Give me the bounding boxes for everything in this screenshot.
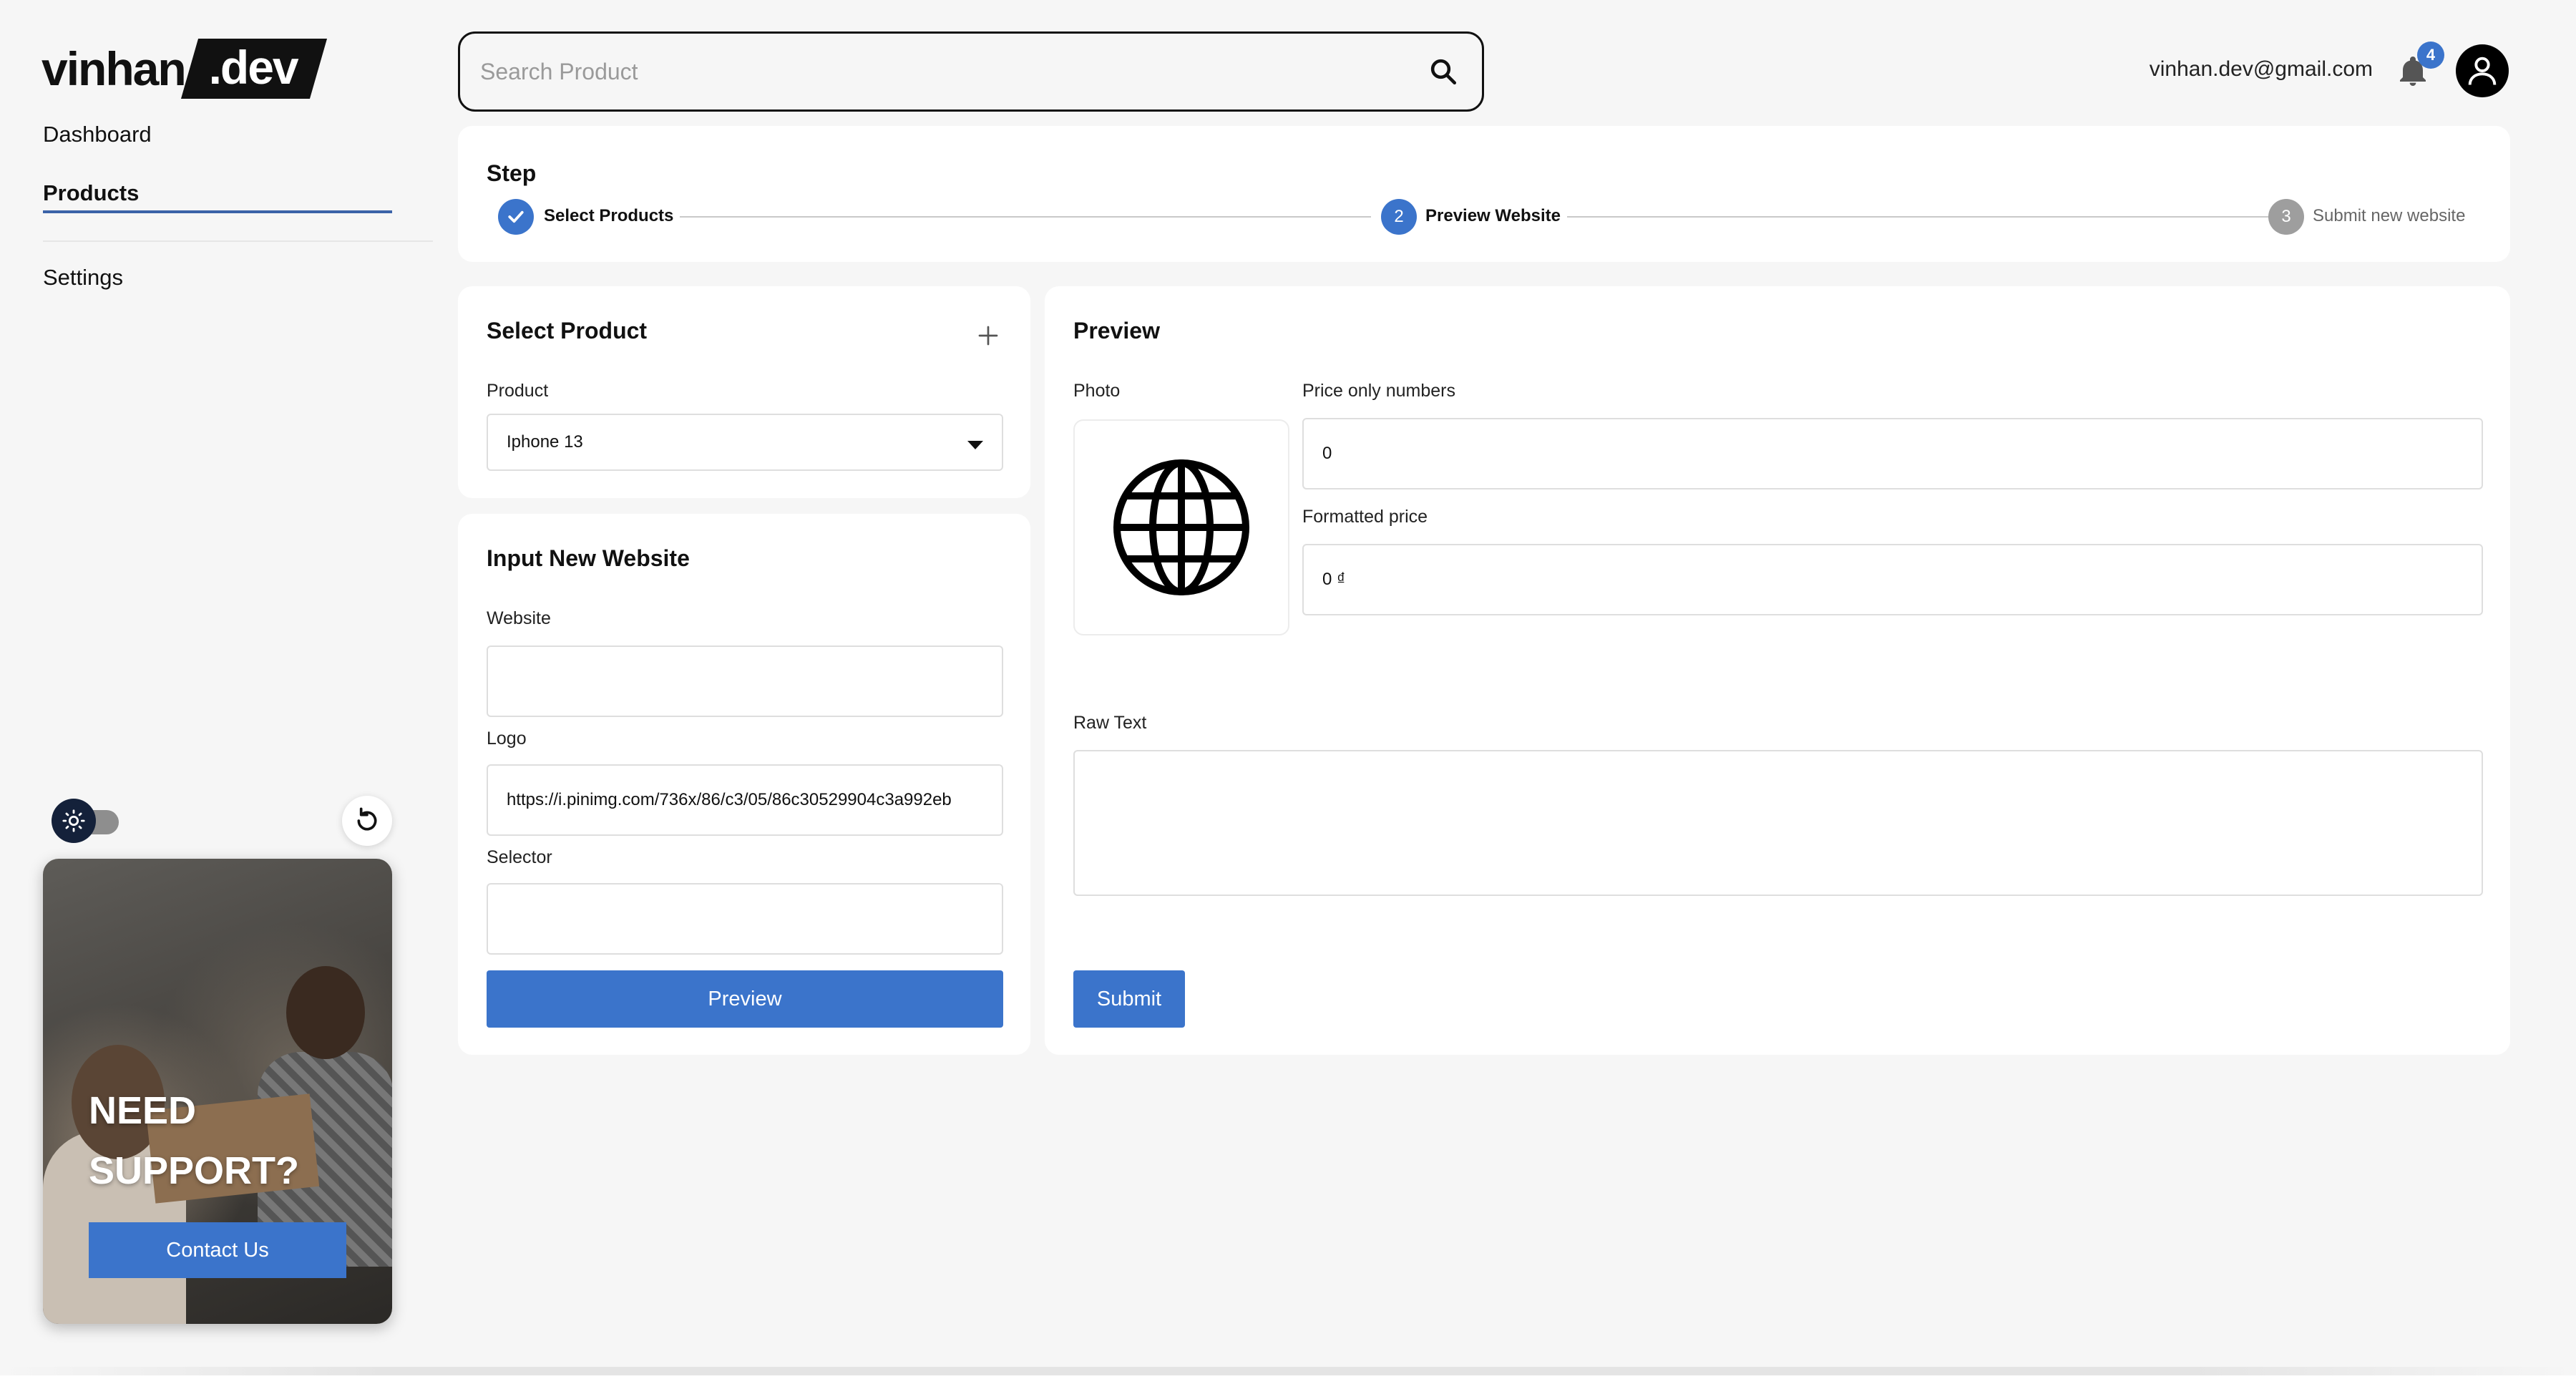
globe-icon [1113,459,1249,595]
submit-button[interactable]: Submit [1073,970,1185,1028]
caret-down-icon [967,441,983,449]
price-input[interactable] [1302,418,2483,489]
product-select-value: Iphone 13 [507,432,583,452]
active-nav-indicator [43,210,392,213]
product-label: Product [487,381,549,401]
select-product-card: Select Product Product Iphone 13 [458,286,1030,498]
step-3-label: Submit new website [2313,206,2466,225]
website-input[interactable] [487,645,1003,717]
step-2-label: Preview Website [1425,206,1561,225]
stepper-card: Step Select Products 2 Preview Website 3… [458,126,2510,262]
search-bar [458,31,1484,112]
photo-label: Photo [1073,381,1121,401]
selector-label: Selector [487,847,552,867]
select-product-title: Select Product [487,318,648,343]
price-label: Price only numbers [1302,381,1455,401]
support-card: NEED SUPPORT? Contact Us [43,859,392,1324]
raw-text-label: Raw Text [1073,713,1147,733]
brand-logo[interactable]: vinhan .dev [42,39,327,99]
input-website-title: Input New Website [487,545,690,571]
preview-button[interactable]: Preview [487,970,1003,1028]
theme-toggle[interactable] [52,797,123,843]
brand-suffix-badge: .dev [180,39,327,99]
notification-badge: 4 [2417,42,2444,69]
user-email: vinhan.dev@gmail.com [2149,57,2373,81]
selector-input[interactable] [487,883,1003,955]
sun-icon [52,799,96,843]
preview-card: Preview Photo Price only numbers Formatt… [1045,286,2510,1055]
step-1-label: Select Products [544,206,674,225]
sidebar-item-products[interactable]: Products [43,180,139,206]
user-icon [2468,57,2497,85]
search-icon[interactable] [1425,53,1462,90]
logo-label: Logo [487,728,527,749]
step-connector [1567,216,2283,218]
step-1-check-icon [498,199,534,235]
input-website-card: Input New Website Website Logo Selector … [458,514,1030,1055]
raw-text-textarea[interactable] [1073,750,2483,896]
support-title: NEED SUPPORT? [89,1081,346,1201]
formatted-price-label: Formatted price [1302,507,1428,527]
nav-divider [43,240,433,242]
plus-icon [978,326,998,346]
preview-title: Preview [1073,318,1160,343]
step-connector [680,216,1371,218]
user-avatar[interactable] [2456,44,2509,97]
support-photo-person-head [286,966,365,1059]
step-2-number: 2 [1381,199,1417,235]
support-title-line2: SUPPORT? [89,1149,300,1192]
stepper-title: Step [487,160,537,186]
logo-input[interactable] [487,764,1003,836]
reset-button[interactable] [342,796,392,846]
sidebar-item-settings[interactable]: Settings [43,265,123,291]
refresh-icon [357,807,377,831]
support-title-line1: NEED [89,1089,197,1132]
photo-preview [1073,419,1289,635]
sidebar-item-dashboard[interactable]: Dashboard [43,122,152,147]
brand-suffix: .dev [208,41,298,94]
formatted-price-input[interactable] [1302,544,2483,615]
website-label: Website [487,608,551,628]
search-input[interactable] [480,58,1425,85]
page-bottom-edge [0,1375,2576,1384]
product-select[interactable]: Iphone 13 [487,414,1003,471]
contact-us-button[interactable]: Contact Us [89,1222,346,1278]
step-3-number: 3 [2268,199,2304,235]
add-product-button[interactable] [970,318,1006,354]
brand-name: vinhan [42,42,187,95]
